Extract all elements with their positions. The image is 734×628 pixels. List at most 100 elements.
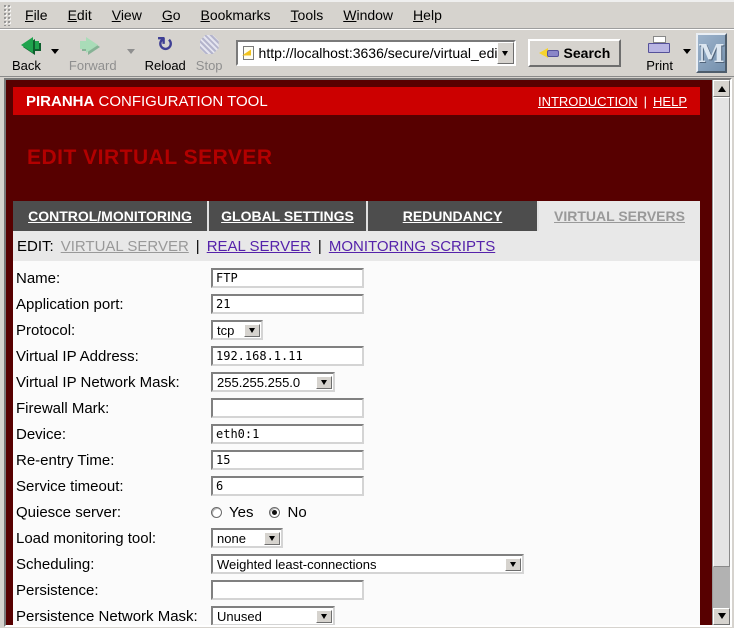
field-label: Device:	[16, 426, 211, 443]
dropdown-arrow-icon[interactable]	[316, 376, 332, 389]
form-row: Firewall Mark:	[13, 395, 700, 421]
dropdown-arrow-icon[interactable]	[244, 324, 260, 337]
tab-virtual-servers[interactable]: VIRTUAL SERVERS	[539, 201, 700, 231]
field-cell	[211, 398, 364, 418]
field-label: Persistence:	[16, 582, 211, 599]
device-input[interactable]	[211, 424, 364, 444]
subnav-link-real-server[interactable]: REAL SERVER	[207, 238, 311, 255]
back-dropdown-icon[interactable]	[51, 49, 59, 58]
scheduling-select[interactable]: Weighted least-connections	[211, 554, 524, 574]
forward-icon	[80, 34, 106, 56]
tab-control-monitoring[interactable]: CONTROL/MONITORING	[13, 201, 209, 231]
load-monitoring-tool-select[interactable]: none	[211, 528, 283, 548]
subnav-link-monitoring-scripts[interactable]: MONITORING SCRIPTS	[329, 238, 495, 255]
persistence-network-mask-select[interactable]: Unused	[211, 606, 335, 625]
name-input[interactable]	[211, 268, 364, 288]
print-button[interactable]: Print	[641, 33, 678, 74]
form-row: Quiesce server: YesNo	[13, 499, 700, 525]
field-cell: Yes No	[211, 504, 323, 521]
dropdown-arrow-icon[interactable]	[264, 532, 280, 545]
quiesce-server-radio-yes[interactable]: Yes	[211, 504, 253, 521]
field-label: Re-entry Time:	[16, 452, 211, 469]
form-row: Virtual IP Network Mask: 255.255.255.0	[13, 369, 700, 395]
quiesce-server-radio-no[interactable]: No	[269, 504, 306, 521]
reload-button[interactable]: ↻ Reload	[140, 33, 191, 74]
menu-edit[interactable]: Edit	[58, 7, 102, 23]
field-label: Load monitoring tool:	[16, 530, 211, 547]
select-value: 255.255.255.0	[213, 375, 316, 390]
url-bar[interactable]: http://localhost:3636/secure/virtual_edi…	[236, 40, 516, 66]
field-label: Virtual IP Address:	[16, 348, 211, 365]
browser-content-area: PIRANHA CONFIGURATION TOOL INTRODUCTION …	[4, 78, 732, 627]
main-tabs: CONTROL/MONITORING GLOBAL SETTINGS REDUN…	[13, 201, 700, 231]
edit-subnav: EDIT: VIRTUAL SERVER | REAL SERVER | MON…	[13, 231, 700, 261]
mozilla-logo[interactable]: M	[696, 33, 727, 73]
select-value: tcp	[213, 323, 244, 338]
firewall-mark-input[interactable]	[211, 398, 364, 418]
menu-bar: File Edit View Go Bookmarks Tools Window…	[0, 0, 734, 29]
url-dropdown-icon[interactable]	[497, 42, 514, 64]
dropdown-arrow-icon[interactable]	[505, 558, 521, 571]
tab-redundancy[interactable]: REDUNDANCY	[368, 201, 539, 231]
bookmark-page-icon[interactable]	[242, 45, 256, 61]
piranha-page: PIRANHA CONFIGURATION TOOL INTRODUCTION …	[6, 80, 712, 625]
forward-dropdown-icon[interactable]	[127, 49, 135, 58]
virtual-ip-address-input[interactable]	[211, 346, 364, 366]
dropdown-arrow-icon[interactable]	[316, 610, 332, 623]
scrollbar[interactable]	[712, 80, 730, 625]
menu-go[interactable]: Go	[152, 7, 191, 23]
service-timeout-input[interactable]	[211, 476, 364, 496]
field-cell: Weighted least-connections	[211, 554, 524, 574]
virtual-ip-network-mask-select[interactable]: 255.255.255.0	[211, 372, 335, 392]
field-cell: 255.255.255.0	[211, 372, 335, 392]
radio-icon[interactable]	[211, 507, 222, 518]
stop-button[interactable]: Stop	[191, 33, 228, 74]
search-button[interactable]: Search	[528, 39, 622, 67]
re-entry-time-input[interactable]	[211, 450, 364, 470]
persistence-input[interactable]	[211, 580, 364, 600]
menu-window[interactable]: Window	[333, 7, 403, 23]
field-cell	[211, 346, 364, 366]
field-label: Firewall Mark:	[16, 400, 211, 417]
select-value: Weighted least-connections	[213, 557, 505, 572]
forward-label: Forward	[69, 58, 117, 73]
menubar-grippy[interactable]	[3, 4, 11, 26]
menu-tools[interactable]: Tools	[281, 7, 334, 23]
brand-strong: PIRANHA	[26, 93, 94, 110]
scroll-up-icon[interactable]	[713, 80, 730, 97]
field-label: Service timeout:	[16, 478, 211, 495]
search-label: Search	[564, 45, 611, 61]
application-port-input[interactable]	[211, 294, 364, 314]
form-row: Re-entry Time:	[13, 447, 700, 473]
form-row: Load monitoring tool: none	[13, 525, 700, 551]
field-cell: Unused	[211, 606, 335, 625]
scrollbar-thumb[interactable]	[713, 97, 730, 567]
introduction-link[interactable]: INTRODUCTION	[538, 94, 638, 109]
forward-button[interactable]: Forward	[64, 33, 122, 74]
menu-view[interactable]: View	[102, 7, 152, 23]
back-button[interactable]: Back	[7, 33, 46, 74]
field-label: Virtual IP Network Mask:	[16, 374, 211, 391]
banner-separator: |	[644, 94, 647, 109]
select-value: Unused	[213, 609, 316, 624]
field-label: Persistence Network Mask:	[16, 608, 211, 625]
tab-global-settings[interactable]: GLOBAL SETTINGS	[209, 201, 368, 231]
menu-file[interactable]: File	[15, 7, 58, 23]
menu-help[interactable]: Help	[403, 7, 452, 23]
reload-icon: ↻	[157, 34, 174, 56]
piranha-banner: PIRANHA CONFIGURATION TOOL INTRODUCTION …	[13, 87, 700, 115]
scrollbar-track[interactable]	[713, 97, 730, 608]
field-label: Protocol:	[16, 322, 211, 339]
menu-bookmarks[interactable]: Bookmarks	[191, 7, 281, 23]
brand-title: PIRANHA CONFIGURATION TOOL	[26, 93, 268, 110]
radio-label: Yes	[229, 504, 253, 521]
radio-icon[interactable]	[269, 507, 280, 518]
form-row: Protocol: tcp	[13, 317, 700, 343]
subnav-separator: |	[196, 238, 200, 255]
scroll-down-icon[interactable]	[713, 608, 730, 625]
url-input[interactable]: http://localhost:3636/secure/virtual_edi…	[256, 45, 497, 61]
mozilla-logo-glyph: M	[698, 39, 725, 68]
protocol-select[interactable]: tcp	[211, 320, 263, 340]
help-link[interactable]: HELP	[653, 94, 687, 109]
print-dropdown-icon[interactable]	[683, 49, 691, 58]
